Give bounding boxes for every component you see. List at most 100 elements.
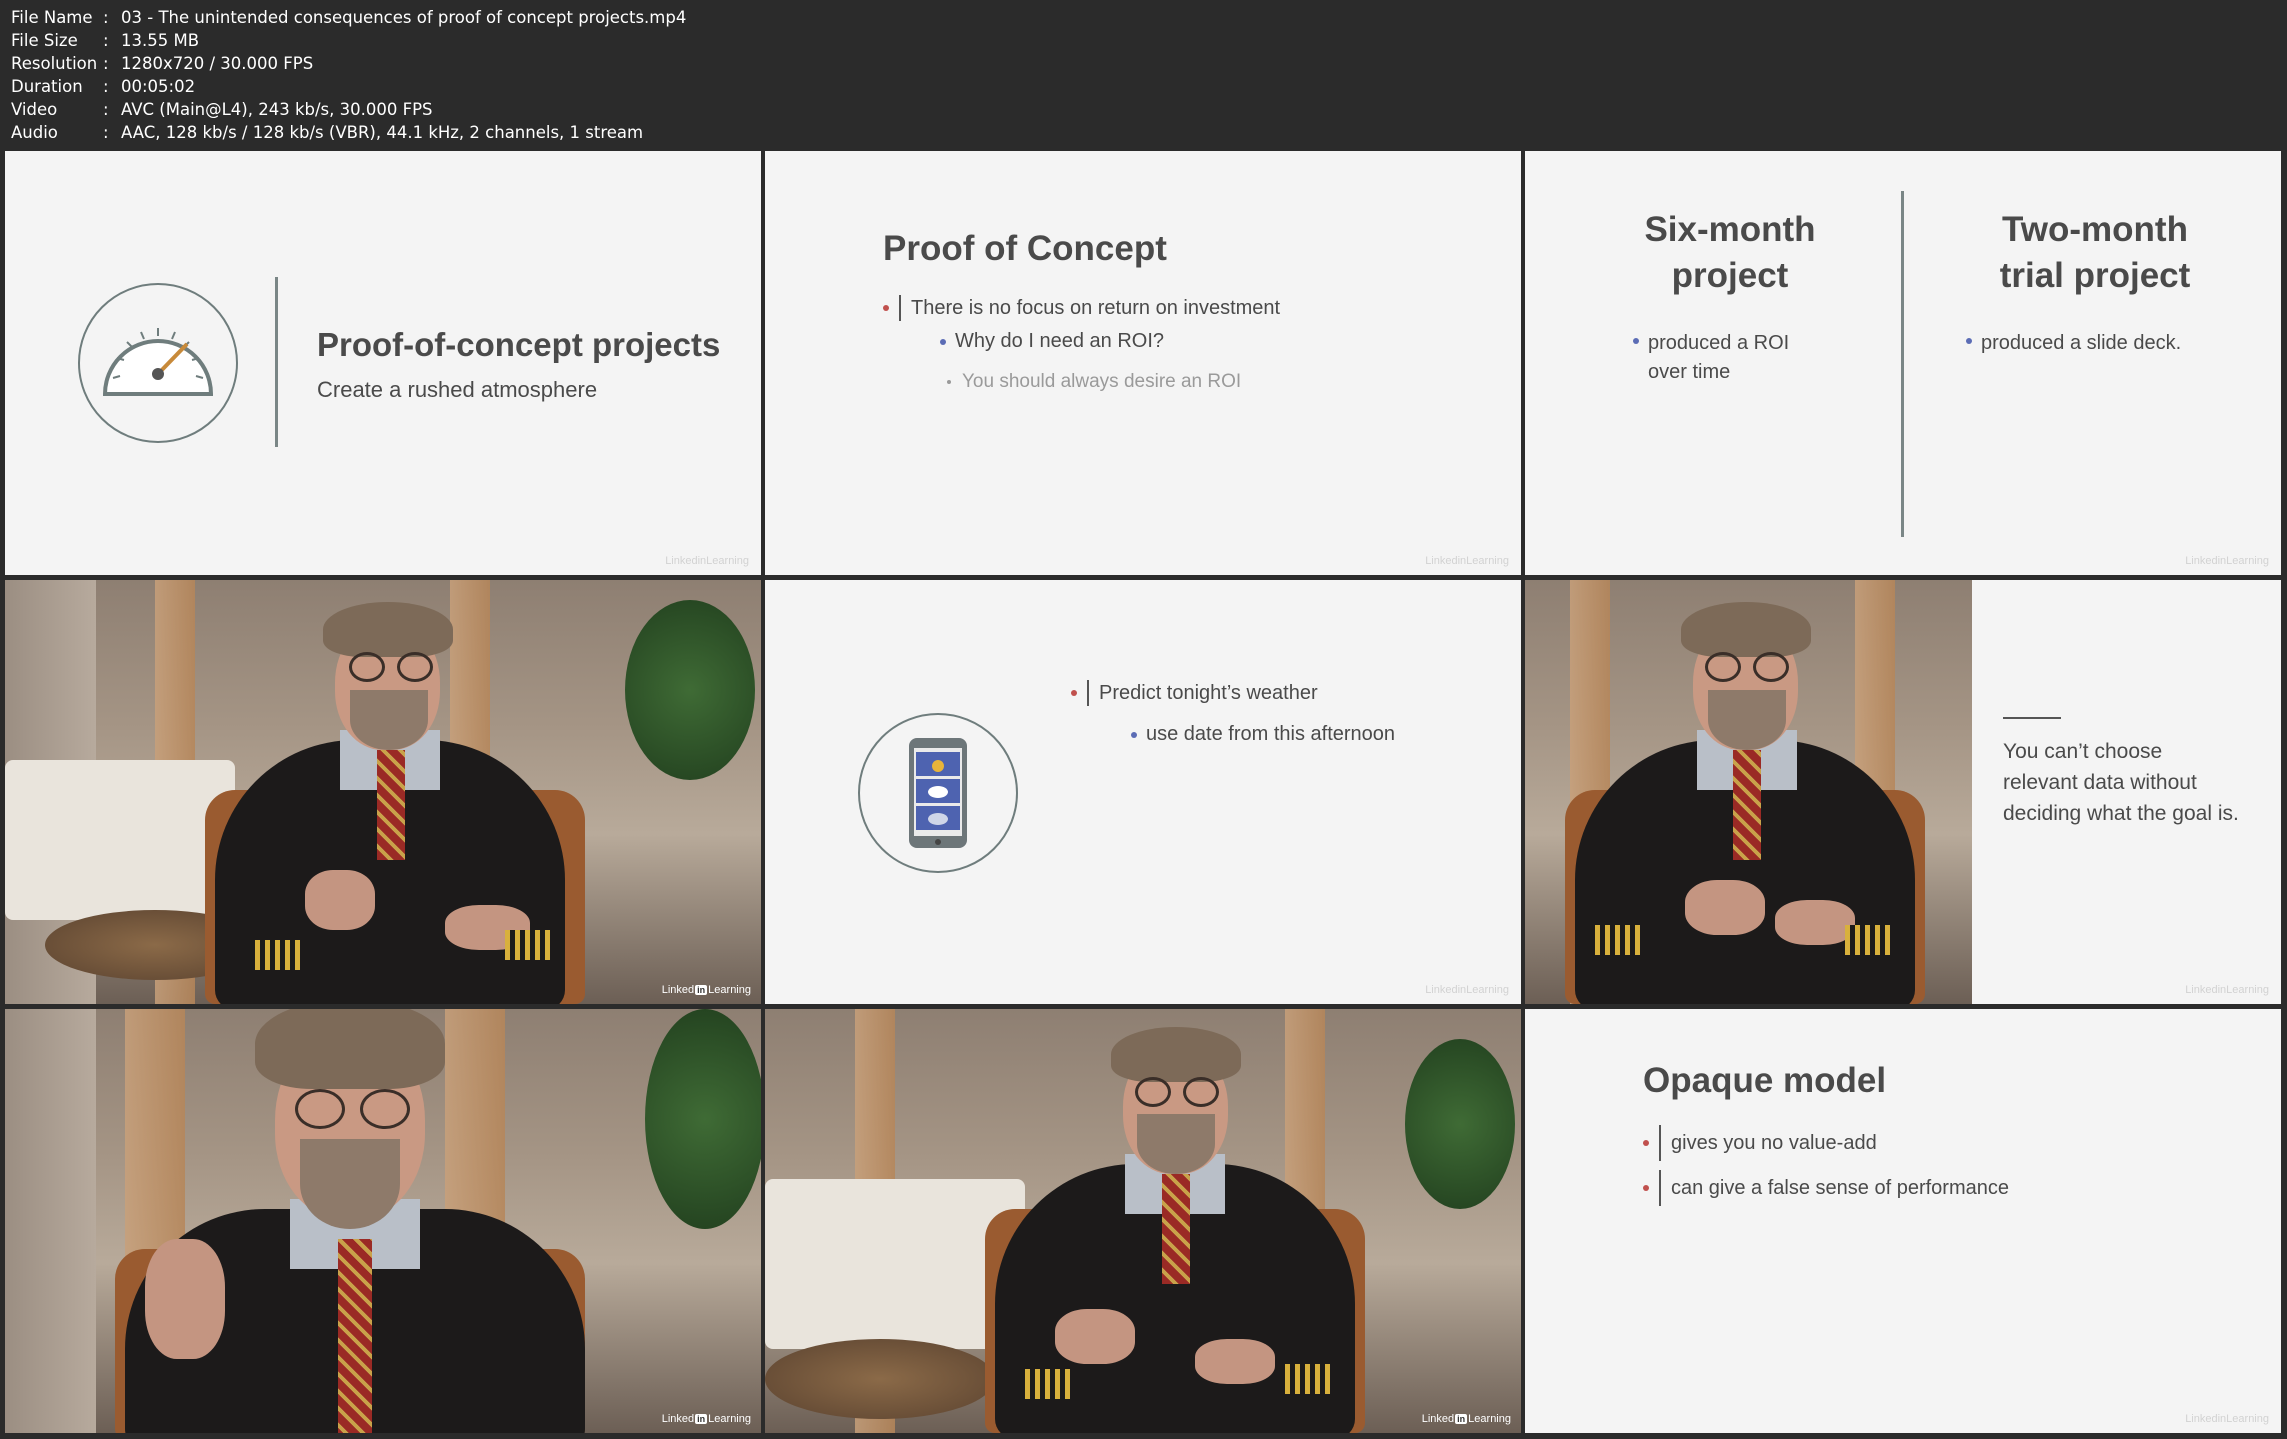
plant bbox=[625, 600, 755, 780]
background-wall bbox=[5, 1009, 96, 1433]
quote-line: relevant data without bbox=[2003, 771, 2197, 794]
brand-text: Learning bbox=[2226, 555, 2269, 567]
speaker-beard bbox=[1708, 690, 1786, 750]
tie bbox=[1733, 750, 1761, 860]
slide-subtitle: Create a rushed atmosphere bbox=[317, 377, 598, 402]
file-info-key: Resolution bbox=[11, 54, 98, 73]
file-info-value: 00:05:02 bbox=[121, 77, 196, 96]
divider bbox=[1901, 191, 1904, 537]
bullet-line: over time bbox=[1648, 361, 1731, 383]
thumbnail-slide-proof-of-concept[interactable]: Proof-of-concept projects Create a rushe… bbox=[5, 151, 761, 575]
thumbnail-video-frame[interactable]: Linked in Learning bbox=[5, 1009, 761, 1433]
slide-title: Proof-of-concept projects bbox=[317, 326, 721, 363]
glasses bbox=[349, 652, 385, 682]
file-info-row: File Name:03 - The unintended consequenc… bbox=[11, 6, 1211, 29]
sleeve-stripe bbox=[505, 930, 555, 960]
brand-text: in bbox=[697, 555, 707, 567]
file-info-key: Video bbox=[11, 100, 58, 119]
thumbnail-grid: Proof-of-concept projects Create a rushe… bbox=[5, 151, 2281, 1433]
sleeve-stripe bbox=[1845, 925, 1895, 955]
speaker-hair bbox=[323, 602, 453, 657]
bullet-icon bbox=[1131, 731, 1137, 738]
bullet-icon bbox=[947, 380, 951, 384]
bullet-text: Predict tonight’s weather bbox=[1099, 681, 1318, 704]
left-bullet: produced a ROI over time bbox=[1633, 329, 1789, 387]
glasses bbox=[1135, 1077, 1171, 1107]
bullet-icon bbox=[883, 305, 889, 311]
file-info-row: Video: AVC (Main@L4), 243 kb/s, 30.000 FP… bbox=[11, 98, 1211, 121]
title-line: Six-month bbox=[1644, 210, 1816, 249]
quote-line: You can’t choose bbox=[2003, 740, 2163, 763]
linkedin-learning-logo: Linked in Learning bbox=[1422, 1413, 1511, 1425]
file-info-row: File Size:13.55 MB bbox=[11, 29, 1211, 52]
bullet-level-1: can give a false sense of performance bbox=[1643, 1170, 2009, 1206]
file-info-key: File Name bbox=[11, 8, 93, 27]
bullet-text: There is no focus on return on investmen… bbox=[911, 296, 1281, 319]
file-info-value: AVC (Main@L4), 243 kb/s, 30.000 FPS bbox=[121, 100, 433, 119]
bullet-bar bbox=[1659, 1125, 1661, 1161]
speaker-beard bbox=[1137, 1114, 1215, 1174]
glasses bbox=[1183, 1077, 1219, 1107]
tie bbox=[1162, 1174, 1190, 1284]
phone-weather-icon bbox=[858, 713, 1018, 873]
hand bbox=[1195, 1339, 1275, 1384]
thumbnail-slide-roi[interactable]: Proof of Concept There is no focus on re… bbox=[765, 151, 1521, 575]
brand-text: Learning bbox=[708, 984, 751, 996]
brand-text: Learning bbox=[1466, 555, 1509, 567]
file-info-separator: : bbox=[103, 54, 109, 73]
slide-title: Proof of Concept bbox=[883, 229, 1167, 268]
glasses bbox=[360, 1089, 410, 1129]
glasses bbox=[397, 652, 433, 682]
glasses bbox=[1705, 652, 1741, 682]
brand-text: Learning bbox=[706, 555, 749, 567]
brand-text: in bbox=[695, 985, 708, 995]
thumbnail-slide-opaque-model[interactable]: Opaque model gives you no value-add can … bbox=[1525, 1009, 2281, 1433]
thumbnail-slide-comparison[interactable]: Six-month project produced a ROI over ti… bbox=[1525, 151, 2281, 575]
brand-text: Linked bbox=[661, 984, 695, 996]
left-title: Six-month project bbox=[1585, 207, 1875, 299]
linkedin-learning-watermark: LinkedinLearning bbox=[665, 555, 749, 567]
linkedin-learning-watermark: LinkedinLearning bbox=[2185, 555, 2269, 567]
brand-text: Linked bbox=[2185, 1413, 2218, 1425]
file-info-separator: : bbox=[103, 8, 109, 27]
bullet-bar bbox=[899, 295, 901, 321]
plant bbox=[1405, 1039, 1515, 1209]
gauge-icon bbox=[78, 283, 238, 443]
file-info-key: File Size bbox=[11, 31, 78, 50]
bullet-line: produced a ROI bbox=[1648, 332, 1790, 354]
brand-text: in bbox=[1457, 984, 1467, 996]
bullet-text: gives you no value-add bbox=[1671, 1131, 1877, 1154]
thumbnail-video-frame[interactable]: Linked in Learning bbox=[765, 1009, 1521, 1433]
linkedin-learning-watermark: LinkedinLearning bbox=[1425, 555, 1509, 567]
bullet-text: produced a ROI over time bbox=[1648, 329, 1789, 387]
quote-rule bbox=[2003, 717, 2061, 719]
hand bbox=[1055, 1309, 1135, 1364]
speaker-hair bbox=[1681, 602, 1811, 657]
bullet-icon bbox=[1643, 1140, 1649, 1146]
title-line: Two-month bbox=[2002, 210, 2188, 249]
bullet-text: produced a slide deck. bbox=[1981, 332, 2182, 354]
divider bbox=[275, 277, 278, 447]
linkedin-learning-watermark: LinkedinLearning bbox=[2185, 984, 2269, 996]
brand-text: Learning bbox=[2226, 1413, 2269, 1425]
file-info-separator: : bbox=[103, 100, 109, 119]
thumbnail-video-quote[interactable]: You can’t choose relevant data without d… bbox=[1525, 580, 2281, 1004]
title-line: trial project bbox=[1999, 256, 2191, 295]
thumbnail-slide-weather[interactable]: Predict tonight’s weather use date from … bbox=[765, 580, 1521, 1004]
bullet-level-2: Why do I need an ROI? bbox=[940, 330, 1164, 353]
brand-text: Linked bbox=[2185, 555, 2218, 567]
file-info-separator: : bbox=[103, 31, 109, 50]
sleeve-stripe bbox=[1025, 1369, 1075, 1399]
bullet-icon bbox=[940, 338, 946, 345]
bullet-text: You should always desire an ROI bbox=[962, 371, 1242, 392]
bullet-text: can give a false sense of performance bbox=[1671, 1176, 2009, 1199]
hand bbox=[305, 870, 375, 930]
plant bbox=[645, 1009, 761, 1229]
bullet-level-1: Predict tonight’s weather bbox=[1071, 680, 1318, 706]
thumbnail-video-frame[interactable]: Linked in Learning bbox=[5, 580, 761, 1004]
bullet-text: use date from this afternoon bbox=[1146, 723, 1396, 745]
brand-text: Learning bbox=[2226, 984, 2269, 996]
linkedin-learning-logo: Linked in Learning bbox=[662, 984, 751, 996]
video-frame bbox=[1525, 580, 1972, 1004]
slide-title: Opaque model bbox=[1643, 1061, 1887, 1100]
